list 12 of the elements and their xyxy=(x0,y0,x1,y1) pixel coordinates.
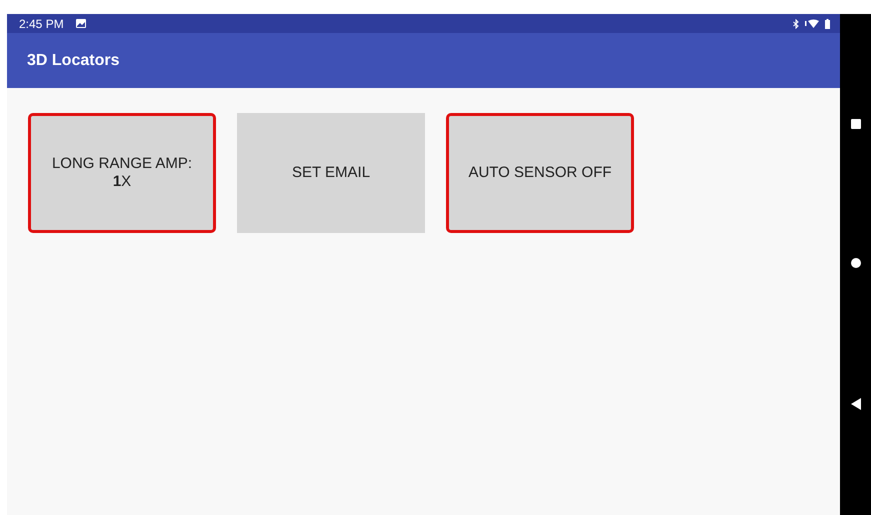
battery-icon xyxy=(825,18,830,28)
image-notification-icon xyxy=(76,19,86,28)
home-icon[interactable] xyxy=(850,258,860,268)
wifi-icon xyxy=(805,18,819,28)
action-button[interactable]: LONG RANGE AMP: 1X xyxy=(28,113,216,233)
action-button[interactable]: SET EMAIL xyxy=(237,113,425,233)
status-time: 2:45 PM xyxy=(19,16,64,30)
app-title: 3D Locators xyxy=(27,52,120,70)
action-button[interactable]: AUTO SENSOR OFF xyxy=(446,113,634,233)
recents-icon[interactable] xyxy=(850,118,860,129)
back-icon[interactable] xyxy=(850,398,860,410)
bluetooth-icon xyxy=(793,18,799,28)
